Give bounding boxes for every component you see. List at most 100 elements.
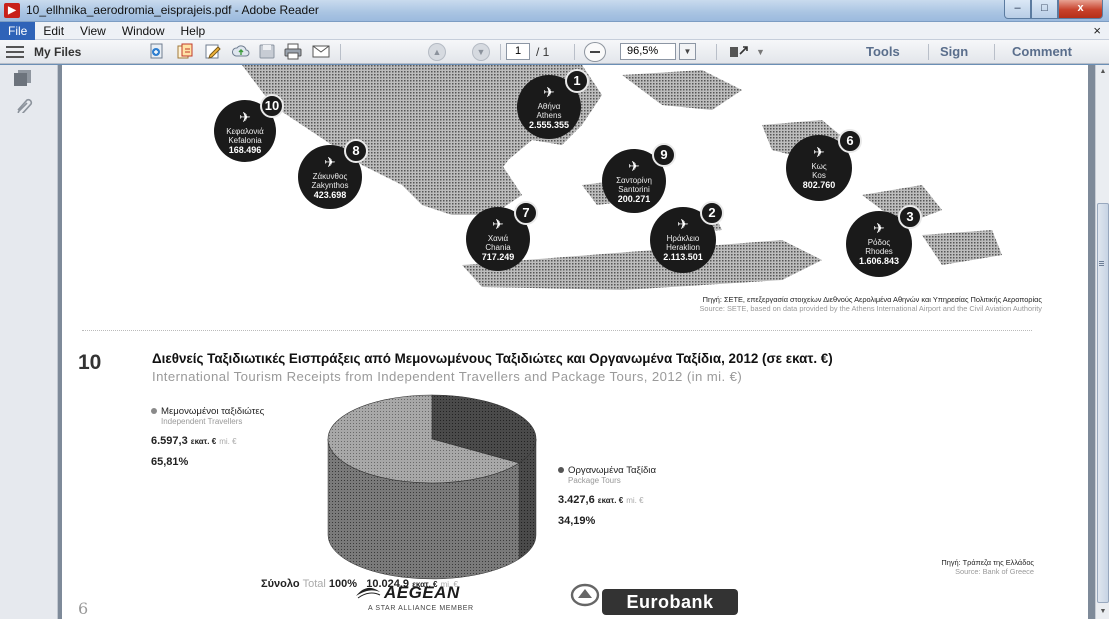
chart-source-gr: Πηγή: Τράπεζα της Ελλάδος: [941, 558, 1034, 567]
my-files-button[interactable]: My Files: [34, 43, 81, 61]
navigation-pane: [0, 65, 58, 619]
scrollbar-thumb[interactable]: [1097, 203, 1109, 603]
legend-label-gr: Οργανωμένα Ταξίδια: [568, 465, 656, 476]
legend-bullet-icon: [558, 467, 564, 474]
marker-value: 802.760: [802, 180, 836, 190]
legend-bullet-icon: [151, 408, 157, 415]
more-tools-dropdown-icon[interactable]: ▼: [756, 43, 765, 61]
menu-help[interactable]: Help: [173, 22, 214, 40]
sign-pane-button[interactable]: Sign: [940, 43, 968, 61]
rotate-view-icon[interactable]: [728, 43, 750, 60]
total-label-en: Total: [302, 578, 326, 590]
page-number-input[interactable]: 1: [506, 43, 530, 60]
next-page-icon[interactable]: ▼: [472, 43, 490, 61]
legend-independent-travellers: Μεμονωμένοι ταξιδιώτες Independent Trave…: [151, 406, 264, 468]
eurobank-logo-icon: [570, 583, 600, 607]
edit-pdf-icon[interactable]: [204, 43, 222, 60]
zoom-level-input[interactable]: 96,5%: [620, 43, 676, 60]
hamburger-menu-icon[interactable]: [6, 43, 24, 61]
page-total-label: / 1: [536, 45, 550, 59]
maximize-button[interactable]: □: [1031, 0, 1058, 19]
map-source-en: Source: SETE, based on data provided by …: [699, 304, 1042, 313]
section-divider: [82, 330, 1032, 331]
chart-source-en: Source: Bank of Greece: [955, 567, 1034, 576]
marker-number: 9: [652, 143, 676, 167]
airport-marker-kefalonia: 10 ✈ Κεφαλονιά Kefalonia 168.496: [214, 94, 284, 162]
marker-number: 8: [344, 139, 368, 163]
tools-pane-button[interactable]: Tools: [866, 43, 900, 61]
toolbar: My Files ▲ ▼ 1 / 1 96,5% ▼ ▼ Tools Sign …: [0, 40, 1109, 64]
legend-percent: 65,81%: [151, 456, 189, 468]
document-viewport[interactable]: 10 ✈ Κεφαλονιά Kefalonia 168.496 8 ✈ Ζάκυν…: [58, 65, 1095, 619]
print-icon[interactable]: [284, 43, 302, 60]
minimize-button[interactable]: –: [1004, 0, 1031, 19]
airplane-icon: ✈: [813, 144, 825, 160]
marker-name-en: Kefalonia: [228, 136, 262, 145]
marker-name-gr: Αθήνα: [537, 102, 561, 111]
vertical-scrollbar[interactable]: ▲ ▼: [1095, 65, 1109, 619]
marker-name-gr: Σαντορίνη: [616, 176, 652, 185]
zoom-dropdown-icon[interactable]: ▼: [679, 43, 696, 60]
marker-value: 2.555.355: [528, 120, 570, 130]
scrollbar-grip-icon: [1099, 261, 1104, 262]
legend-unit-en: mi. €: [626, 496, 644, 505]
scroll-up-icon[interactable]: ▲: [1097, 65, 1109, 79]
marker-name-en: Rhodes: [865, 247, 893, 256]
marker-name-en: Santorini: [618, 185, 650, 194]
menu-edit[interactable]: Edit: [35, 22, 72, 40]
marker-name-gr: Ζάκυνθος: [312, 172, 348, 181]
marker-name-en: Athens: [536, 111, 562, 120]
comment-pane-button[interactable]: Comment: [1012, 43, 1072, 61]
marker-name-gr: Χανιά: [487, 234, 509, 243]
email-icon[interactable]: [312, 43, 330, 60]
marker-number: 10: [260, 94, 284, 118]
marker-name-en: Zakynthos: [311, 181, 349, 190]
legend-unit-gr: εκατ. €: [597, 496, 624, 505]
create-pdf-icon[interactable]: [148, 43, 166, 60]
adobe-reader-icon[interactable]: ▶: [4, 3, 20, 18]
menu-file[interactable]: File: [0, 21, 36, 40]
aegean-tagline: A STAR ALLIANCE MEMBER: [368, 605, 474, 612]
legend-label-en: Package Tours: [568, 476, 621, 485]
marker-name-gr: Ρόδος: [867, 238, 891, 247]
section-title-gr: Διεθνείς Ταξιδιωτικές Εισπράξεις από Μεμ…: [152, 351, 833, 366]
attachments-paperclip-icon[interactable]: [12, 95, 34, 113]
page-number: 6: [78, 599, 89, 618]
airplane-icon: ✈: [239, 109, 251, 125]
section-title-en: International Tourism Receipts from Inde…: [152, 369, 743, 384]
map-source-gr: Πηγή: ΣΕΤΕ, επεξεργασία στοιχείων Διεθνο…: [702, 295, 1042, 304]
close-document-icon[interactable]: ×: [1093, 23, 1101, 38]
toolbar-separator: [500, 44, 501, 60]
previous-page-icon[interactable]: ▲: [428, 43, 446, 61]
airport-marker-chania: 7 ✈ Χανιά Chania 717.249: [466, 201, 538, 271]
scroll-down-icon[interactable]: ▼: [1097, 605, 1109, 619]
airport-marker-athens: 1 ✈ Αθήνα Athens 2.555.355: [517, 69, 589, 139]
save-icon[interactable]: [258, 43, 276, 60]
close-button[interactable]: x: [1058, 0, 1103, 19]
page-thumbnails-icon[interactable]: [12, 69, 34, 87]
marker-number: 3: [898, 205, 922, 229]
legend-package-tours: Οργανωμένα Ταξίδια Package Tours 3.427,6…: [558, 465, 656, 527]
title-bar: ▶ 10_ellhnika_aerodromia_eisprajeis.pdf …: [0, 0, 1109, 22]
menu-bar: File Edit View Window Help ×: [0, 21, 1109, 40]
total-label-gr: Σύνολο: [261, 578, 300, 590]
aegean-bird-logo-icon: [356, 587, 381, 599]
legend-unit-en: mi. €: [219, 437, 237, 446]
airplane-icon: ✈: [324, 154, 336, 170]
legend-label-gr: Μεμονωμένοι ταξιδιώτες: [161, 406, 265, 417]
marker-number: 6: [838, 129, 862, 153]
marker-name-en: Chania: [485, 243, 511, 252]
cloud-upload-icon[interactable]: [232, 43, 250, 60]
marker-number: 1: [565, 69, 589, 93]
menu-window[interactable]: Window: [114, 22, 173, 40]
menu-view[interactable]: View: [72, 22, 114, 40]
window-title: 10_ellhnika_aerodromia_eisprajeis.pdf - …: [26, 3, 319, 17]
airport-marker-santorini: 9 ✈ Σαντορίνη Santorini 200.271: [602, 143, 676, 213]
pdf-page: 10 ✈ Κεφαλονιά Kefalonia 168.496 8 ✈ Ζάκυν…: [62, 65, 1088, 619]
total-percent: 100%: [328, 578, 358, 590]
zoom-out-icon[interactable]: [584, 42, 606, 62]
combine-files-icon[interactable]: [176, 43, 194, 60]
marker-value: 717.249: [481, 252, 515, 262]
marker-value: 1.606.843: [858, 256, 900, 266]
marker-name-en: Heraklion: [666, 243, 700, 252]
